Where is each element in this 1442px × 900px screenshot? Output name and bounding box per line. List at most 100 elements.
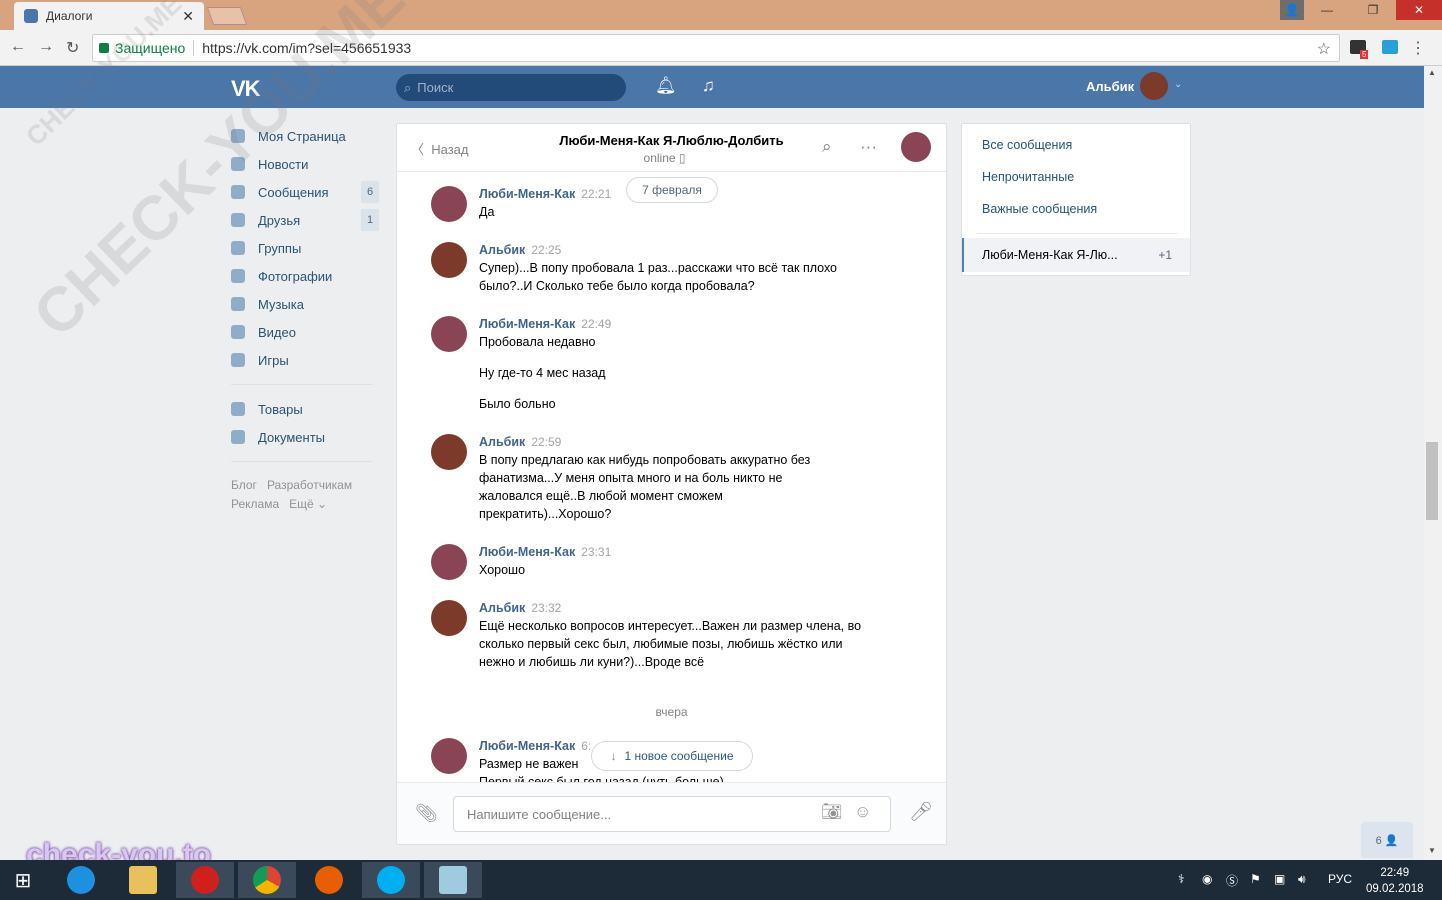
- message-author[interactable]: Альбик: [479, 435, 525, 449]
- avatar[interactable]: [431, 600, 467, 636]
- avatar[interactable]: [431, 738, 467, 774]
- chrome-icon[interactable]: [238, 862, 296, 898]
- avatar[interactable]: [431, 242, 467, 278]
- sidebar-item-label: Видео: [258, 324, 296, 340]
- shield-extension-icon[interactable]: [1382, 40, 1398, 54]
- user-name[interactable]: Альбик: [1086, 79, 1134, 94]
- vk-header: VK ⌕ Поиск 🔔︎ ♫ Альбик ⌄: [0, 66, 1424, 108]
- windows-start-icon[interactable]: ⊞: [0, 862, 46, 898]
- sidebar-item-friends[interactable]: Друзья 1: [231, 206, 381, 234]
- avatar[interactable]: [431, 316, 467, 352]
- message-time[interactable]: 22:25: [531, 243, 561, 257]
- goods-icon: [231, 402, 245, 416]
- reload-icon[interactable]: ↻: [66, 38, 79, 58]
- filter-important[interactable]: Важные сообщения: [982, 202, 1097, 216]
- message-time[interactable]: 22:49: [581, 317, 611, 331]
- date-pill[interactable]: 7 февраля: [626, 177, 718, 203]
- message-time[interactable]: 22:21: [581, 187, 611, 201]
- internet-explorer-icon[interactable]: [52, 862, 110, 898]
- chat-avatar[interactable]: [901, 132, 931, 162]
- sidebar-item-messages[interactable]: Сообщения 6: [231, 178, 381, 206]
- message-item: Альбик 23:32 Ещё несколько вопросов интер…: [431, 600, 891, 680]
- opera-icon[interactable]: [176, 862, 234, 898]
- online-friends-button[interactable]: 6 👤: [1361, 822, 1413, 858]
- chrome-menu-icon[interactable]: ⋮: [1410, 38, 1426, 58]
- footer-link-blog[interactable]: Блог: [231, 478, 257, 492]
- paperclip-icon[interactable]: 📎︎: [415, 803, 438, 824]
- skype-icon[interactable]: [362, 862, 420, 898]
- tray-volume-icon[interactable]: 🔊︎: [1298, 872, 1306, 887]
- user-avatar[interactable]: [1140, 72, 1168, 100]
- message-filters-panel: Все сообщения Непрочитанные Важные сообщ…: [961, 123, 1191, 276]
- message-history[interactable]: Люби-Меня-Как 22:21 Да 7 февраля Альбик 22…: [397, 172, 946, 782]
- user-profile-icon[interactable]: 👤: [1280, 0, 1304, 20]
- new-tab-button[interactable]: [206, 7, 248, 25]
- message-text: В попу предлагаю как нибудь попробовать …: [479, 453, 811, 521]
- avatar[interactable]: [431, 186, 467, 222]
- sidebar-item-games[interactable]: Игры: [231, 346, 381, 374]
- tray-flag-icon[interactable]: ⚑: [1250, 872, 1261, 886]
- message-author[interactable]: Люби-Меня-Как: [479, 317, 575, 331]
- tray-monitor-icon[interactable]: ▣: [1274, 872, 1285, 886]
- sidebar-item-documents[interactable]: Документы: [231, 423, 381, 451]
- bookmark-star-icon[interactable]: ☆: [1317, 39, 1331, 59]
- message-author[interactable]: Люби-Меня-Как: [479, 545, 575, 559]
- new-message-label: 1 новое сообщение: [624, 749, 734, 763]
- language-indicator[interactable]: РУС: [1328, 872, 1352, 886]
- panel-divider: [977, 233, 1177, 234]
- more-actions-icon[interactable]: ···: [860, 137, 877, 157]
- avatar[interactable]: [431, 544, 467, 580]
- tray-shield-icon[interactable]: ◉: [1202, 872, 1212, 886]
- sidebar-item-groups[interactable]: Группы: [231, 234, 381, 262]
- message-time[interactable]: 6:: [581, 739, 591, 753]
- microphone-icon[interactable]: 🎤︎: [909, 800, 933, 824]
- file-explorer-icon[interactable]: [114, 862, 172, 898]
- filter-unread[interactable]: Непрочитанные: [982, 170, 1074, 184]
- page-scrollbar[interactable]: ▲ ▼: [1424, 66, 1442, 860]
- active-conversation-item[interactable]: Люби-Меня-Как Я-Лю... +1: [962, 238, 1190, 272]
- back-arrow-icon[interactable]: ←: [10, 38, 26, 56]
- arrow-down-icon: ↓: [610, 749, 617, 763]
- sidebar-item-music[interactable]: Музыка: [231, 290, 381, 318]
- search-icon[interactable]: ⌕: [822, 137, 832, 157]
- scrollbar-thumb[interactable]: [1426, 442, 1438, 520]
- close-window-button[interactable]: ✕: [1396, 0, 1442, 20]
- new-message-pill[interactable]: ↓ 1 новое сообщение: [591, 741, 753, 771]
- notifications-bell-icon[interactable]: 🔔︎: [655, 76, 677, 96]
- footer-link-developers[interactable]: Разработчикам: [267, 478, 352, 492]
- chevron-down-icon[interactable]: ⌄: [1174, 79, 1182, 90]
- notepad-icon[interactable]: [424, 862, 482, 898]
- footer-link-ads[interactable]: Реклама: [231, 497, 279, 511]
- sidebar-item-goods[interactable]: Товары: [231, 395, 381, 423]
- scroll-down-arrow-icon[interactable]: ▼: [1428, 846, 1436, 855]
- tray-network-icon[interactable]: ⚕: [1178, 872, 1185, 886]
- message-author[interactable]: Люби-Меня-Как: [479, 187, 575, 201]
- message-time[interactable]: 23:32: [531, 601, 561, 615]
- sidebar-item-label: Фотографии: [258, 268, 333, 284]
- restore-button[interactable]: ❐: [1350, 0, 1396, 20]
- friends-count-badge: 1: [361, 209, 379, 231]
- forward-arrow-icon[interactable]: →: [38, 38, 54, 56]
- clock-time: 22:49: [1380, 867, 1410, 879]
- search-input[interactable]: ⌕ Поиск: [396, 74, 626, 101]
- filter-all-messages[interactable]: Все сообщения: [982, 138, 1072, 152]
- message-author[interactable]: Альбик: [479, 243, 525, 257]
- music-player-icon[interactable]: ♫: [702, 76, 715, 96]
- system-clock[interactable]: 22:49 09.02.2018: [1366, 865, 1424, 897]
- minimize-button[interactable]: —: [1304, 0, 1350, 20]
- tray-skype-icon[interactable]: Ⓢ: [1226, 872, 1238, 889]
- message-time[interactable]: 22:59: [531, 435, 561, 449]
- sidebar-item-photos[interactable]: Фотографии: [231, 262, 381, 290]
- message-time[interactable]: 23:31: [581, 545, 611, 559]
- firefox-icon[interactable]: [300, 862, 358, 898]
- emoji-icon[interactable]: ☺: [854, 802, 871, 822]
- extension-badge: 5: [1360, 50, 1369, 59]
- footer-link-more[interactable]: Ещё ⌄: [289, 497, 327, 511]
- sidebar-item-video[interactable]: Видео: [231, 318, 381, 346]
- search-icon: ⌕: [404, 79, 412, 95]
- message-author[interactable]: Люби-Меня-Как: [479, 739, 575, 753]
- avatar[interactable]: [431, 434, 467, 470]
- message-author[interactable]: Альбик: [479, 601, 525, 615]
- camera-icon[interactable]: 📷︎: [821, 802, 843, 822]
- scroll-up-arrow-icon[interactable]: ▲: [1428, 68, 1436, 77]
